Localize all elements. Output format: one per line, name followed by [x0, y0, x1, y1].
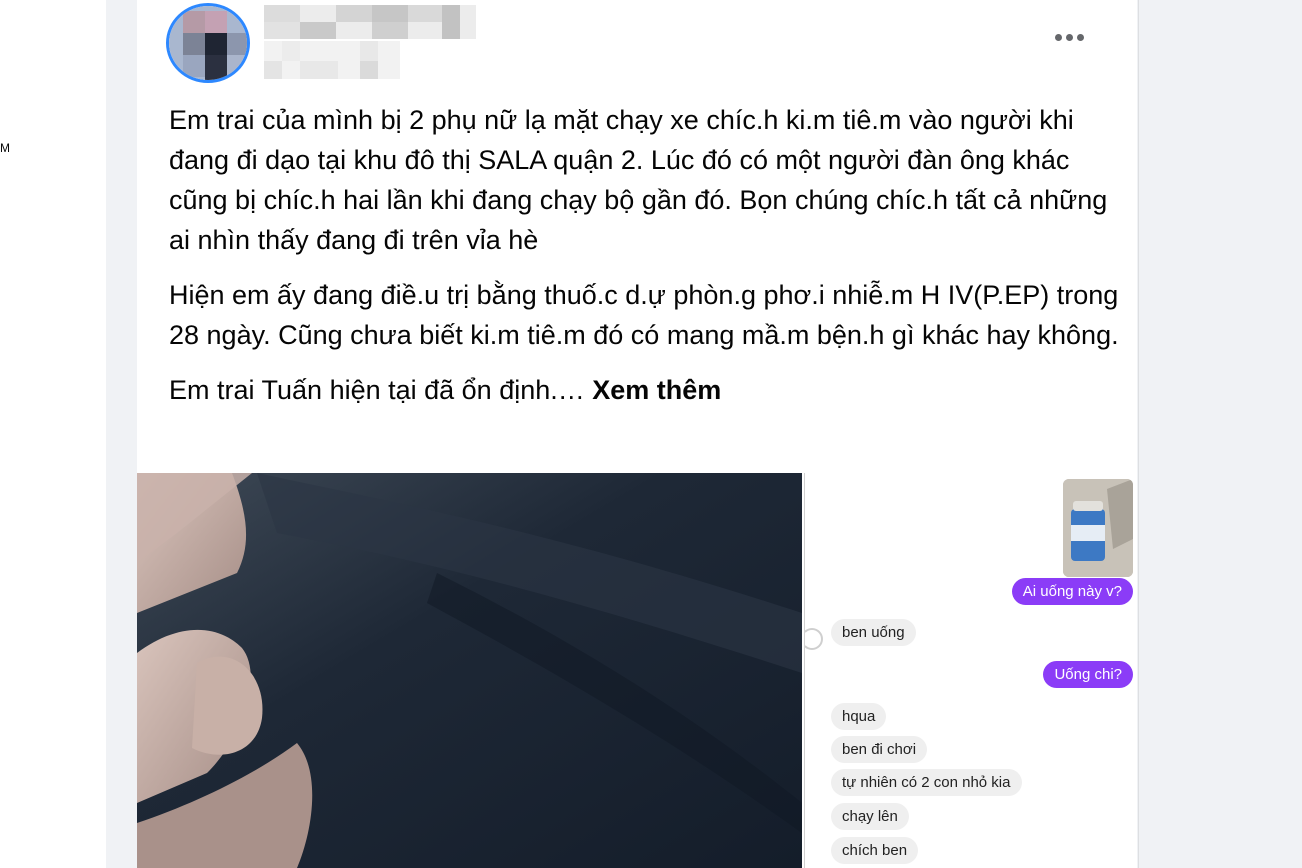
sidebar-stub-text: M	[0, 141, 10, 155]
post-paragraph: Hiện em ấy đang điề.u trị bằng thuố.c d.…	[169, 280, 1119, 350]
see-more-link[interactable]: Xem thêm	[592, 375, 721, 405]
post-options-button[interactable]	[1042, 22, 1096, 52]
chat-avatar	[805, 628, 823, 650]
right-gutter	[1138, 0, 1302, 868]
post-paragraph: Em trai của mình bị 2 phụ nữ lạ mặt chạy…	[169, 105, 1108, 255]
author-avatar[interactable]	[166, 3, 250, 83]
post-paragraph-truncated: Em trai Tuấn hiện tại đã ổn định.… Xem t…	[169, 370, 1119, 410]
post-body: Em trai của mình bị 2 phụ nữ lạ mặt chạy…	[169, 100, 1119, 425]
left-sidebar: M	[0, 0, 107, 868]
post-photo-main[interactable]	[137, 473, 802, 868]
author-name-blurred[interactable]	[264, 5, 476, 39]
chat-bubble-incoming: tự nhiên có 2 con nhỏ kia	[831, 769, 1022, 796]
chat-bubble-incoming: hqua	[831, 703, 887, 730]
chat-bubble-incoming: ben uống	[831, 619, 916, 646]
left-gutter	[106, 0, 137, 868]
post-paragraph-text: Em trai Tuấn hiện tại đã ổn định.…	[169, 375, 585, 405]
ellipsis-icon	[1076, 33, 1084, 41]
post-meta-blurred	[264, 41, 400, 79]
chat-bubble-incoming: chích ben	[831, 837, 919, 864]
post-card: Em trai của mình bị 2 phụ nữ lạ mặt chạy…	[137, 0, 1137, 868]
chat-bubble-incoming: ben đi chơi	[831, 736, 928, 763]
pill-bottle-thumbnail	[1063, 479, 1133, 577]
post-photo-chat-screenshot[interactable]: Ai uống này v? ben uống Uống chi? hqua b…	[804, 473, 1137, 868]
chat-bubble-outgoing: Ai uống này v?	[1011, 578, 1133, 605]
chat-bubble-outgoing: Uống chi?	[1043, 661, 1133, 688]
fabric-photo	[137, 473, 802, 868]
ellipsis-icon	[1065, 33, 1073, 41]
ellipsis-icon	[1054, 33, 1062, 41]
chat-bubble-incoming: chạy lên	[831, 803, 909, 830]
